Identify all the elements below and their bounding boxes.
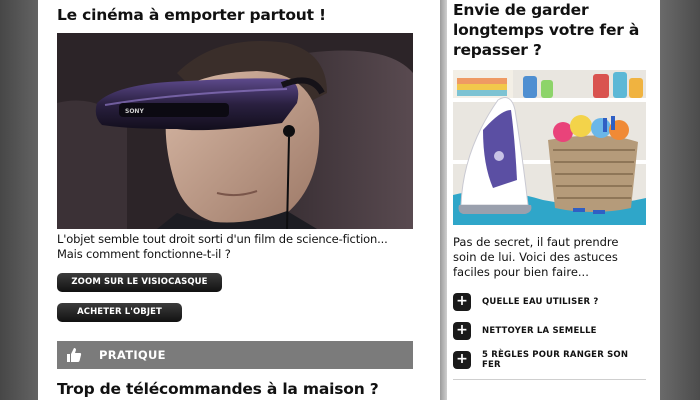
buy-object-button[interactable]: ACHETER L'OBJET (57, 303, 182, 322)
page-background-right (660, 0, 700, 400)
article-title[interactable]: Le cinéma à emporter partout ! (57, 5, 413, 25)
tip-link-storage[interactable]: + 5 RÈGLES POUR RANGER SON FER (453, 350, 644, 370)
page-background-left (0, 0, 38, 400)
tip-label[interactable]: QUELLE EAU UTILISER ? (482, 297, 599, 307)
column-divider (440, 0, 447, 400)
main-column: Le cinéma à emporter partout ! SONY L'ob… (38, 0, 440, 400)
article-caption: L'objet semble tout droit sorti d'un fil… (57, 232, 388, 261)
sony-logo: SONY (125, 108, 144, 115)
tip-label[interactable]: NETTOYER LA SEMELLE (482, 326, 597, 336)
section-header-pratique: PRATIQUE (57, 341, 413, 369)
zoom-visiocasque-button[interactable]: ZOOM SUR LE VISIOCASQUE (57, 273, 222, 292)
sidebar-divider (453, 379, 646, 380)
tip-label[interactable]: 5 RÈGLES POUR RANGER SON FER (482, 350, 644, 370)
tip-link-water[interactable]: + QUELLE EAU UTILISER ? (453, 292, 644, 312)
plus-icon[interactable]: + (453, 293, 471, 311)
second-article-title[interactable]: Trop de télécommandes à la maison ? (57, 379, 413, 399)
sidebar-column: Envie de garder longtemps votre fer à re… (447, 0, 660, 400)
iron-and-laundry-illustration (453, 70, 646, 225)
sidebar-description: Pas de secret, il faut prendre soin de l… (453, 235, 619, 279)
iron-photo[interactable] (453, 70, 646, 225)
tip-link-soleplate[interactable]: + NETTOYER LA SEMELLE (453, 321, 644, 341)
plus-icon[interactable]: + (453, 322, 471, 340)
section-label: PRATIQUE (99, 348, 166, 362)
video-glasses-illustration: SONY (57, 33, 413, 229)
visiocasque-photo[interactable]: SONY (57, 33, 413, 229)
sidebar-title[interactable]: Envie de garder longtemps votre fer à re… (453, 0, 644, 60)
plus-icon[interactable]: + (453, 351, 471, 369)
tips-list: + QUELLE EAU UTILISER ? + NETTOYER LA SE… (453, 292, 644, 370)
thumbs-up-icon (57, 347, 91, 363)
